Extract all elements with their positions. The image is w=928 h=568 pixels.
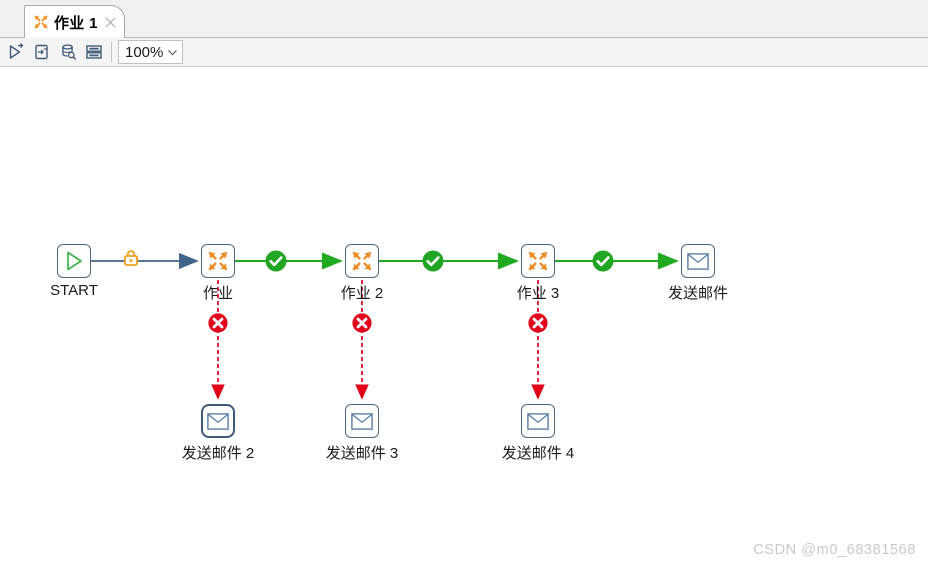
job-burst-icon xyxy=(528,251,548,271)
node-label-mail4: 发送邮件 4 xyxy=(501,445,575,462)
chevron-down-icon xyxy=(168,49,178,55)
mail-icon xyxy=(207,412,229,430)
node-job2[interactable] xyxy=(345,244,379,278)
database-inspect-icon xyxy=(62,44,77,60)
zoom-value: 100% xyxy=(125,43,164,61)
mail-icon xyxy=(527,412,549,430)
node-label-start: START xyxy=(50,282,98,299)
node-mail3[interactable] xyxy=(345,404,379,438)
error-circle-icon[interactable] xyxy=(208,313,228,333)
check-circle-icon[interactable] xyxy=(265,250,287,272)
tab-job-1[interactable]: 作业 1 xyxy=(24,5,125,38)
grid-table-icon xyxy=(86,45,102,59)
node-label-mail3: 发送邮件 3 xyxy=(325,445,399,462)
check-circle-icon[interactable] xyxy=(422,250,444,272)
hop-layer xyxy=(91,250,679,400)
node-job3[interactable] xyxy=(521,244,555,278)
check-circle-icon[interactable] xyxy=(592,250,614,272)
node-label-job3: 作业 3 xyxy=(516,285,560,302)
close-icon[interactable] xyxy=(105,17,116,28)
error-circle-icon[interactable] xyxy=(528,313,548,333)
mail-icon xyxy=(687,252,709,270)
start-play-icon xyxy=(67,251,82,271)
node-label-mail2: 发送邮件 2 xyxy=(181,445,255,462)
node-mail2[interactable] xyxy=(201,404,235,438)
node-label-mail1: 发送邮件 xyxy=(667,285,728,302)
preview-button[interactable] xyxy=(55,40,81,65)
job-burst-icon xyxy=(352,251,372,271)
tab-title: 作业 1 xyxy=(54,14,98,32)
node-label-job2: 作业 2 xyxy=(340,285,384,302)
toolbar: 100% xyxy=(0,38,928,67)
node-job1[interactable] xyxy=(201,244,235,278)
grid-button[interactable] xyxy=(81,40,107,65)
error-circle-icon[interactable] xyxy=(352,313,372,333)
watermark: CSDN @m0_68381568 xyxy=(753,542,916,558)
job-burst-icon xyxy=(208,251,228,271)
mail-icon xyxy=(351,412,373,430)
run-play-icon xyxy=(9,43,24,59)
node-mail4[interactable] xyxy=(521,404,555,438)
lock-icon[interactable] xyxy=(124,250,138,266)
job-canvas[interactable]: START 作业 作业 2 作业 3 发送邮件 发送邮件 2 发送邮件 3 发送… xyxy=(0,68,928,568)
pdi-spoon-window: 作业 1 100% START 作业 作业 2 作业 3 发送邮件 发送邮件 2… xyxy=(0,0,928,568)
step-button[interactable] xyxy=(29,40,55,65)
zoom-select[interactable]: 100% xyxy=(118,40,184,64)
run-button[interactable] xyxy=(3,40,29,65)
job-burst-icon xyxy=(33,14,49,30)
toolbar-separator xyxy=(111,42,112,62)
tab-bar: 作业 1 xyxy=(0,0,928,38)
node-start[interactable] xyxy=(57,244,91,278)
node-mail1[interactable] xyxy=(681,244,715,278)
node-label-job1: 作业 xyxy=(202,285,233,302)
step-script-icon xyxy=(35,44,48,60)
